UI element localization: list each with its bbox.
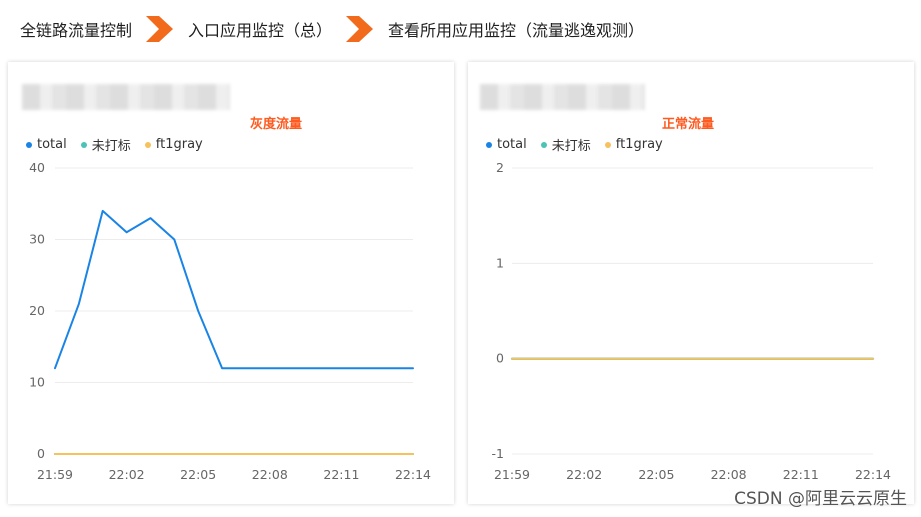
x-tick-label: 22:08 xyxy=(252,467,288,482)
series-line-total xyxy=(54,209,414,370)
x-tick-label: 21:59 xyxy=(37,467,73,482)
breadcrumb-item-entry-monitor[interactable]: 入口应用监控（总） xyxy=(188,17,332,41)
x-tick-label: 22:11 xyxy=(323,467,359,482)
breadcrumb-item-app-monitor: 查看所用应用监控（流量逃逸观测） xyxy=(388,21,645,40)
y-tick-label: -1 xyxy=(492,446,504,461)
x-tick-label: 22:05 xyxy=(180,467,216,482)
y-tick-label: 1 xyxy=(496,255,504,270)
normal-traffic-panel: 正常流量 total 未打标 ft1gray -1 0 1 2 21:59 22:02 22… xyxy=(468,62,914,504)
y-tick-label: 2 xyxy=(496,160,504,175)
breadcrumb: 全链路流量控制 入口应用监控（总） 查看所用应用监控（流量逃逸观测） xyxy=(20,14,644,44)
x-tick-label: 22:02 xyxy=(109,467,145,482)
y-tick-label: 0 xyxy=(37,446,45,461)
y-tick-label: 20 xyxy=(29,303,45,318)
y-tick-label: 30 xyxy=(29,232,45,247)
gray-traffic-chart: 0 10 20 30 40 21:59 22:02 22:05 22:08 22:11 22:14 xyxy=(29,160,431,482)
x-tick-label: 22:14 xyxy=(855,467,891,482)
x-tick-label: 22:08 xyxy=(711,467,747,482)
y-tick-label: 40 xyxy=(29,160,45,175)
chevron-right-icon xyxy=(146,16,174,42)
gray-traffic-panel: 灰度流量 total 未打标 ft1gray 0 10 20 30 40 21:59 22:… xyxy=(8,62,454,504)
y-tick-label: 10 xyxy=(29,375,45,390)
y-tick-label: 0 xyxy=(496,351,504,366)
x-tick-label: 22:05 xyxy=(638,467,674,482)
x-tick-label: 22:02 xyxy=(566,467,602,482)
x-tick-label: 22:14 xyxy=(395,467,431,482)
breadcrumb-item-traffic-control[interactable]: 全链路流量控制 xyxy=(20,17,132,41)
watermark: CSDN @阿里云云原生 xyxy=(734,489,907,509)
normal-traffic-chart: -1 0 1 2 21:59 22:02 22:05 22:08 22:11 22:14 xyxy=(492,160,892,482)
x-tick-label: 22:11 xyxy=(783,467,819,482)
x-tick-label: 21:59 xyxy=(494,467,530,482)
chevron-right-icon xyxy=(346,16,374,42)
